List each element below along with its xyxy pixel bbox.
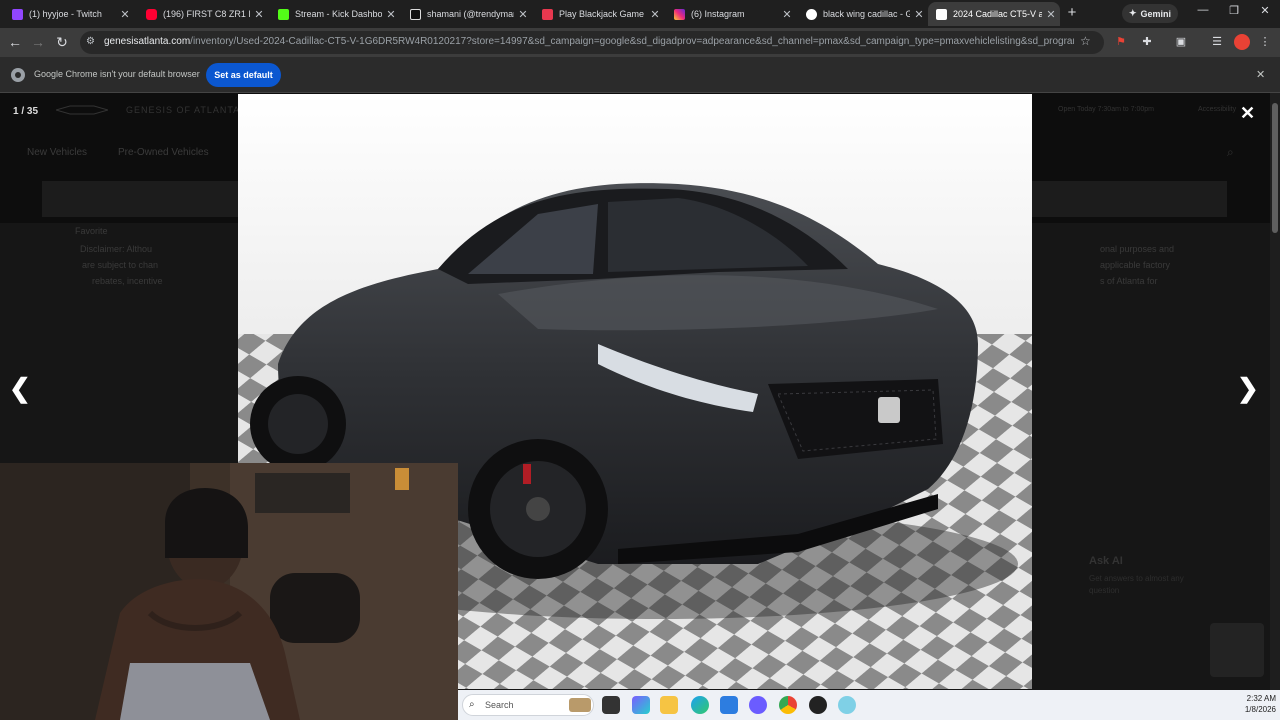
dealer-brand: GENESIS OF ATLANTA — [126, 105, 241, 115]
tab-title: (6) Instagram — [691, 9, 745, 19]
tab-title: shamani (@trendymani — [427, 9, 514, 19]
disclaimer-line: rebates, incentive — [92, 276, 163, 286]
tab-tiktok[interactable]: shamani (@trendymani ✕ — [398, 2, 532, 26]
nav-new-vehicles[interactable]: New Vehicles — [27, 147, 87, 158]
window-close-button[interactable]: ✕ — [1255, 4, 1275, 22]
site-info-icon[interactable]: ⚙ — [86, 36, 98, 48]
restore-button[interactable]: ❐ — [1224, 4, 1244, 22]
disclaimer-line: onal purposes and — [1100, 244, 1175, 254]
gallery-prev-button[interactable]: ❮ — [9, 373, 31, 404]
tab-twitch[interactable]: (1) hyyjoe - Twitch ✕ — [0, 2, 134, 26]
scrollbar-thumb[interactable] — [1272, 103, 1278, 233]
side-panel-icon[interactable]: ▣ — [1174, 35, 1188, 49]
disclaimer-line: are subject to chan — [82, 260, 159, 270]
clock-date: 1/8/2026 — [1244, 705, 1276, 714]
site-search-icon[interactable]: ⌕ — [1227, 145, 1234, 160]
bookmark-star-icon[interactable]: ☆ — [1080, 34, 1091, 48]
favorite-link[interactable]: Favorite — [75, 223, 108, 239]
twitch-icon — [12, 8, 23, 20]
tab-google-search[interactable]: black wing cadillac - Go ✕ — [794, 2, 928, 26]
chrome-icon — [11, 68, 25, 82]
tab-title: (1) hyyjoe - Twitch — [29, 9, 102, 19]
accessibility-link[interactable]: Accessibility — [1198, 106, 1236, 113]
default-browser-infobar: Google Chrome isn't your default browser — [0, 57, 1280, 93]
nav-preowned-vehicles[interactable]: Pre-Owned Vehicles — [118, 147, 209, 158]
ask-ai-title[interactable]: Ask AI — [1089, 555, 1123, 567]
extensions-puzzle-icon[interactable]: ✚ — [1140, 35, 1154, 49]
media-control-icon[interactable]: ☰ — [1210, 35, 1224, 49]
url-path: /inventory/Used-2024-Cadillac-CT5-V-1G6D… — [190, 36, 1074, 47]
search-icon: ⌕ — [469, 699, 475, 710]
tab-kick[interactable]: Stream - Kick Dashboard ✕ — [266, 2, 400, 26]
close-tab-icon[interactable]: ✕ — [116, 8, 134, 21]
taskbar-search-label: Search — [485, 700, 514, 710]
tab-cadillac-active[interactable]: 2024 Cadillac CT5-V at ✕ — [928, 2, 1060, 26]
browser-toolbar: ← → ↻ ⚙ genesisatlanta.com/inventory/Use… — [0, 28, 1280, 57]
stake-icon — [542, 8, 553, 20]
close-tab-icon[interactable]: ✕ — [910, 8, 928, 21]
dealer-icon — [936, 8, 947, 20]
close-tab-icon[interactable]: ✕ — [1042, 8, 1060, 21]
task-view-icon[interactable] — [602, 696, 620, 714]
tab-title: Play Blackjack Game | St — [559, 9, 646, 19]
reload-button[interactable]: ↻ — [52, 32, 72, 52]
photo-counter: 1 / 35 — [13, 106, 39, 117]
sparkle-icon: ✦ — [1128, 8, 1137, 18]
gallery-close-button[interactable]: ✕ — [1240, 103, 1255, 124]
url-host: genesisatlanta.com — [104, 36, 191, 47]
tab-strip: (1) hyyjoe - Twitch ✕ (196) FIRST C8 ZR1… — [0, 0, 1280, 28]
search-highlight-icon — [569, 698, 591, 712]
profile-avatar[interactable] — [1234, 34, 1250, 50]
chat-widget-button[interactable] — [1210, 623, 1264, 677]
discord-icon[interactable] — [749, 696, 767, 714]
tab-title: black wing cadillac - Go — [823, 9, 910, 19]
disclaimer-line: Disclaimer: Althou — [80, 244, 153, 254]
streamer-webcam — [0, 463, 458, 720]
windows-taskbar: ⌕ Search 2:32 AM 1/8/2026 — [458, 690, 1280, 720]
tab-title: Stream - Kick Dashboard — [295, 9, 382, 19]
google-icon — [806, 8, 817, 20]
genesis-logo-icon — [56, 105, 108, 115]
obs-icon[interactable] — [809, 696, 827, 714]
gemini-button[interactable]: ✦ Gemini — [1122, 4, 1178, 23]
new-tab-button[interactable]: + — [1064, 4, 1080, 22]
copilot-icon[interactable] — [632, 696, 650, 714]
tab-youtube[interactable]: (196) FIRST C8 ZR1 In D ✕ — [134, 2, 268, 26]
disclaimer-line: s of Atlanta for — [1100, 276, 1158, 286]
back-button[interactable]: ← — [5, 32, 25, 52]
clock-time: 2:32 AM — [1246, 694, 1276, 703]
ask-ai-subtitle: Get answers to almost any question — [1089, 574, 1184, 595]
address-bar[interactable]: ⚙ genesisatlanta.com/inventory/Used-2024… — [80, 31, 1104, 54]
instagram-icon — [674, 8, 685, 20]
youtube-icon — [146, 8, 157, 20]
store-icon[interactable] — [720, 696, 738, 714]
infobar-close-icon[interactable]: ✕ — [1256, 68, 1265, 81]
set-as-default-button[interactable]: Set as default — [206, 63, 281, 87]
page-scrollbar[interactable] — [1270, 93, 1280, 690]
webcam-feed-image — [0, 463, 458, 720]
tab-blackjack[interactable]: Play Blackjack Game | St ✕ — [530, 2, 664, 26]
store-hours: Open Today 7:30am to 7:00pm — [1058, 106, 1154, 113]
extension-icon[interactable]: ⚑ — [1114, 35, 1128, 49]
forward-button[interactable]: → — [28, 32, 48, 52]
taskbar-search[interactable]: ⌕ Search — [462, 694, 594, 716]
tab-title: (196) FIRST C8 ZR1 In D — [163, 9, 250, 19]
chrome-taskbar-icon[interactable] — [779, 696, 797, 714]
menu-kebab-icon[interactable]: ⋮ — [1258, 35, 1272, 49]
tab-title: 2024 Cadillac CT5-V at — [953, 9, 1042, 19]
gemini-label: Gemini — [1140, 8, 1172, 19]
tab-instagram[interactable]: (6) Instagram ✕ — [662, 2, 796, 26]
edge-icon[interactable] — [691, 696, 709, 714]
tiktok-icon — [410, 8, 421, 20]
gallery-next-button[interactable]: ❯ — [1237, 373, 1259, 404]
url-text[interactable]: genesisatlanta.com/inventory/Used-2024-C… — [104, 36, 1074, 47]
disclaimer-line: applicable factory — [1100, 260, 1171, 270]
file-explorer-icon[interactable] — [660, 696, 678, 714]
infobar-message: Google Chrome isn't your default browser — [34, 69, 200, 79]
kick-icon — [278, 8, 289, 20]
system-clock[interactable]: 2:32 AM 1/8/2026 — [1228, 693, 1276, 715]
app-globe-icon[interactable] — [838, 696, 856, 714]
minimize-button[interactable]: — — [1193, 4, 1213, 22]
